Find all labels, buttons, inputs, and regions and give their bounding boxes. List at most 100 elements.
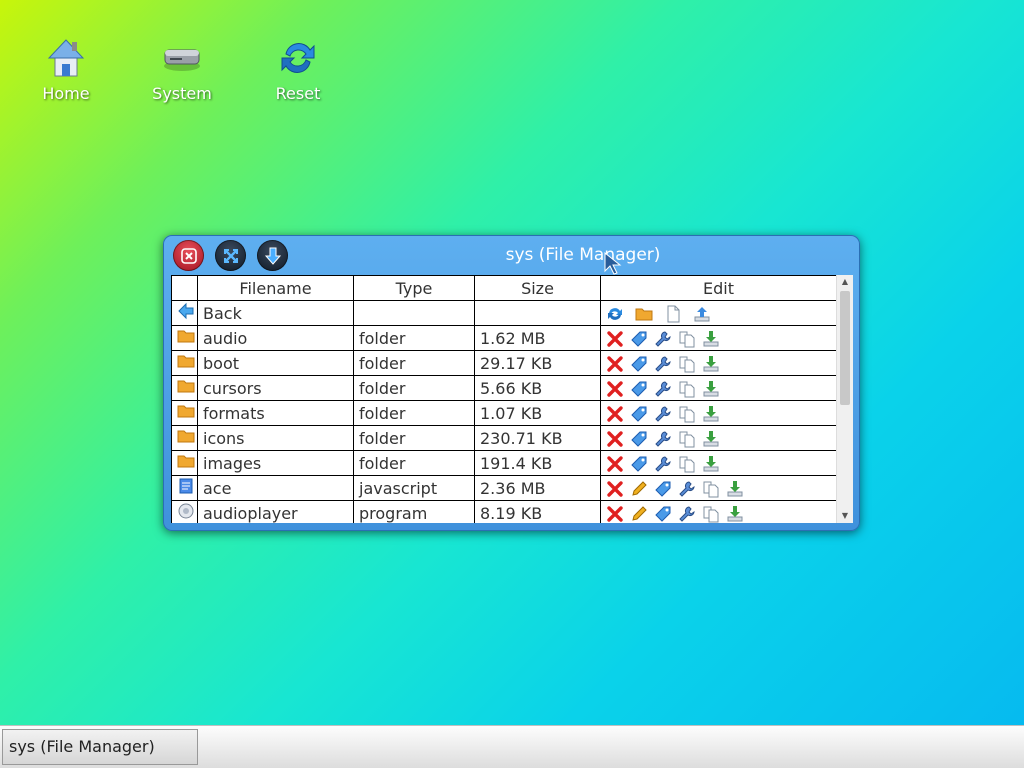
scroll-up-arrow[interactable]: ▲: [837, 275, 853, 289]
file-name[interactable]: audioplayer: [197, 500, 354, 523]
minimize-icon: [264, 247, 281, 265]
desktop-icon-reset[interactable]: Reset: [253, 36, 343, 103]
upload-icon[interactable]: [693, 305, 711, 323]
delete-icon[interactable]: [606, 330, 624, 348]
folder-icon: [177, 330, 195, 343]
file-name[interactable]: images: [197, 450, 354, 476]
properties-wrench-icon[interactable]: [654, 430, 672, 448]
file-name[interactable]: icons: [197, 425, 354, 451]
file-size: 230.71 KB: [474, 425, 601, 451]
copy-icon[interactable]: [678, 405, 696, 423]
rename-tag-icon[interactable]: [654, 505, 672, 523]
table-row-back[interactable]: Back: [171, 300, 837, 326]
properties-wrench-icon[interactable]: [654, 380, 672, 398]
close-icon: [180, 247, 197, 264]
properties-wrench-icon[interactable]: [654, 405, 672, 423]
delete-icon[interactable]: [606, 455, 624, 473]
rename-tag-icon[interactable]: [630, 455, 648, 473]
delete-icon[interactable]: [606, 355, 624, 373]
rename-tag-icon[interactable]: [630, 355, 648, 373]
maximize-button[interactable]: [215, 240, 246, 271]
file-name[interactable]: cursors: [197, 375, 354, 401]
download-icon[interactable]: [726, 505, 744, 523]
download-icon[interactable]: [702, 455, 720, 473]
download-icon[interactable]: [702, 330, 720, 348]
delete-icon[interactable]: [606, 380, 624, 398]
minimize-button[interactable]: [257, 240, 288, 271]
file-size: 1.07 KB: [474, 400, 601, 426]
table-row[interactable]: audio folder 1.62 MB: [171, 325, 837, 351]
copy-icon[interactable]: [702, 480, 720, 498]
copy-icon[interactable]: [702, 505, 720, 523]
table-row[interactable]: boot folder 29.17 KB: [171, 350, 837, 376]
column-header-type[interactable]: Type: [353, 275, 475, 301]
column-header-filename[interactable]: Filename: [197, 275, 354, 301]
properties-wrench-icon[interactable]: [654, 355, 672, 373]
scroll-thumb[interactable]: [840, 291, 850, 405]
table-row[interactable]: ace javascript 2.36 MB: [171, 475, 837, 501]
edit-pencil-icon[interactable]: [630, 505, 648, 523]
download-icon[interactable]: [702, 405, 720, 423]
row-actions: [600, 350, 837, 376]
rename-tag-icon[interactable]: [654, 480, 672, 498]
table-row[interactable]: cursors folder 5.66 KB: [171, 375, 837, 401]
file-type: javascript: [353, 475, 475, 501]
desktop-icon-home[interactable]: Home: [21, 36, 111, 103]
copy-icon[interactable]: [678, 355, 696, 373]
table-row[interactable]: icons folder 230.71 KB: [171, 425, 837, 451]
download-icon[interactable]: [726, 480, 744, 498]
back-link[interactable]: Back: [197, 300, 354, 326]
download-icon[interactable]: [702, 355, 720, 373]
table-row[interactable]: formats folder 1.07 KB: [171, 400, 837, 426]
download-icon[interactable]: [702, 430, 720, 448]
copy-icon[interactable]: [678, 330, 696, 348]
file-name[interactable]: formats: [197, 400, 354, 426]
close-button[interactable]: [173, 240, 204, 271]
file-size: 191.4 KB: [474, 450, 601, 476]
delete-icon[interactable]: [606, 480, 624, 498]
properties-wrench-icon[interactable]: [654, 455, 672, 473]
delete-icon[interactable]: [606, 405, 624, 423]
scroll-down-arrow[interactable]: ▼: [837, 509, 853, 523]
file-name[interactable]: ace: [197, 475, 354, 501]
row-actions: [600, 400, 837, 426]
folder-icon: [177, 405, 195, 418]
header-icon-column: [171, 275, 198, 301]
new-folder-icon[interactable]: [635, 305, 653, 323]
new-file-icon[interactable]: [664, 305, 682, 323]
script-file-icon: [179, 478, 193, 494]
row-actions: [600, 375, 837, 401]
edit-pencil-icon[interactable]: [630, 480, 648, 498]
rename-tag-icon[interactable]: [630, 405, 648, 423]
file-name[interactable]: audio: [197, 325, 354, 351]
column-header-size[interactable]: Size: [474, 275, 601, 301]
row-actions: [600, 425, 837, 451]
rename-tag-icon[interactable]: [630, 380, 648, 398]
copy-icon[interactable]: [678, 455, 696, 473]
download-icon[interactable]: [702, 380, 720, 398]
delete-icon[interactable]: [606, 430, 624, 448]
desktop-icon-system[interactable]: System: [137, 36, 227, 103]
vertical-scrollbar[interactable]: ▲ ▼: [836, 275, 853, 523]
file-name[interactable]: boot: [197, 350, 354, 376]
table-row[interactable]: images folder 191.4 KB: [171, 450, 837, 476]
rename-tag-icon[interactable]: [630, 330, 648, 348]
taskbar-window-button[interactable]: sys (File Manager): [2, 729, 198, 765]
maximize-icon: [223, 248, 238, 263]
window-title: sys (File Manager): [505, 245, 661, 265]
refresh-icon[interactable]: [606, 305, 624, 323]
table-row[interactable]: audioplayer program 8.19 KB: [171, 500, 837, 523]
properties-wrench-icon[interactable]: [678, 480, 696, 498]
properties-wrench-icon[interactable]: [678, 505, 696, 523]
window-titlebar[interactable]: sys (File Manager): [163, 235, 860, 275]
reset-icon: [281, 43, 315, 73]
properties-wrench-icon[interactable]: [654, 330, 672, 348]
home-icon: [47, 39, 85, 77]
file-table: Filename Type Size Edit Back audio folde…: [171, 275, 837, 523]
delete-icon[interactable]: [606, 505, 624, 523]
back-arrow-icon: [178, 302, 194, 320]
copy-icon[interactable]: [678, 380, 696, 398]
desktop-icon-label: System: [152, 84, 212, 103]
copy-icon[interactable]: [678, 430, 696, 448]
rename-tag-icon[interactable]: [630, 430, 648, 448]
